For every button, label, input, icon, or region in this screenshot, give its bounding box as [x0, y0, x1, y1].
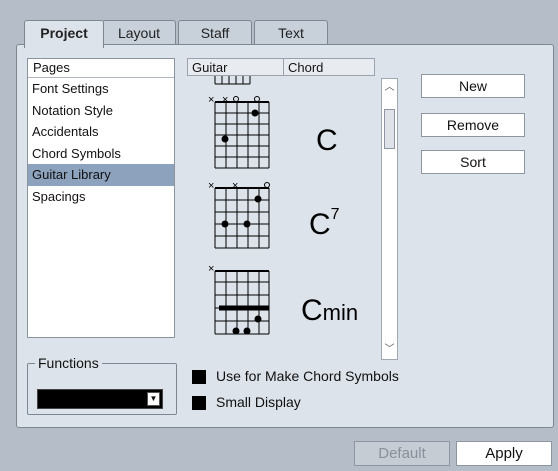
- page-item-spacings[interactable]: Spacings: [28, 186, 174, 208]
- chevron-down-icon[interactable]: ▼: [147, 392, 160, 406]
- sort-button[interactable]: Sort: [421, 150, 525, 174]
- tab-text[interactable]: Text: [254, 20, 328, 46]
- scroll-thumb[interactable]: [384, 109, 395, 149]
- page-item-guitar-library[interactable]: Guitar Library: [28, 164, 174, 186]
- chord-diagram-c7[interactable]: × ×: [208, 180, 270, 249]
- pages-list[interactable]: Pages Font Settings Notation Style Accid…: [27, 58, 175, 338]
- page-item-notation-style[interactable]: Notation Style: [28, 100, 174, 122]
- library-scrollbar[interactable]: ︿ ﹀: [381, 78, 398, 360]
- apply-button[interactable]: Apply: [456, 441, 552, 466]
- chord-diagram-c[interactable]: × ×: [208, 94, 270, 169]
- use-for-make-chord-symbols-checkbox[interactable]: [192, 370, 206, 384]
- tab-staff[interactable]: Staff: [178, 20, 252, 46]
- remove-button[interactable]: Remove: [421, 113, 525, 137]
- svg-text:×: ×: [208, 94, 214, 106]
- chord-root: C: [309, 208, 331, 241]
- chord-suffix: min: [322, 300, 359, 325]
- pages-header: Pages: [28, 59, 174, 78]
- chord-name-cmin: Cmin: [301, 294, 358, 328]
- chord-name-c7: C7: [309, 206, 340, 242]
- svg-text:×: ×: [208, 180, 214, 192]
- default-button[interactable]: Default: [354, 441, 450, 466]
- svg-text:×: ×: [222, 94, 228, 106]
- guitar-library-grid: Guitar Chord × × × × ×: [187, 58, 397, 358]
- new-button[interactable]: New: [421, 74, 525, 98]
- chord-diagram-partial: [214, 76, 251, 85]
- svg-text:×: ×: [208, 263, 214, 275]
- small-display-checkbox[interactable]: [192, 396, 206, 410]
- chord-root: C: [316, 124, 338, 157]
- page-item-font-settings[interactable]: Font Settings: [28, 78, 174, 100]
- chord-suffix: 7: [330, 206, 340, 223]
- scroll-down-icon[interactable]: ﹀: [382, 342, 397, 358]
- tab-layout[interactable]: Layout: [102, 20, 176, 46]
- chord-name-c: C: [316, 124, 338, 158]
- chord-root: C: [301, 294, 323, 327]
- functions-legend: Functions: [35, 355, 102, 371]
- functions-dropdown[interactable]: ▼: [37, 389, 163, 409]
- small-display-label: Small Display: [216, 394, 301, 410]
- page-item-accidentals[interactable]: Accidentals: [28, 121, 174, 143]
- use-for-make-chord-symbols-label: Use for Make Chord Symbols: [216, 368, 399, 384]
- tab-project[interactable]: Project: [24, 20, 104, 48]
- scroll-up-icon[interactable]: ︿: [382, 80, 397, 96]
- chord-diagram-cmin[interactable]: ×: [208, 263, 270, 335]
- page-item-chord-symbols[interactable]: Chord Symbols: [28, 143, 174, 165]
